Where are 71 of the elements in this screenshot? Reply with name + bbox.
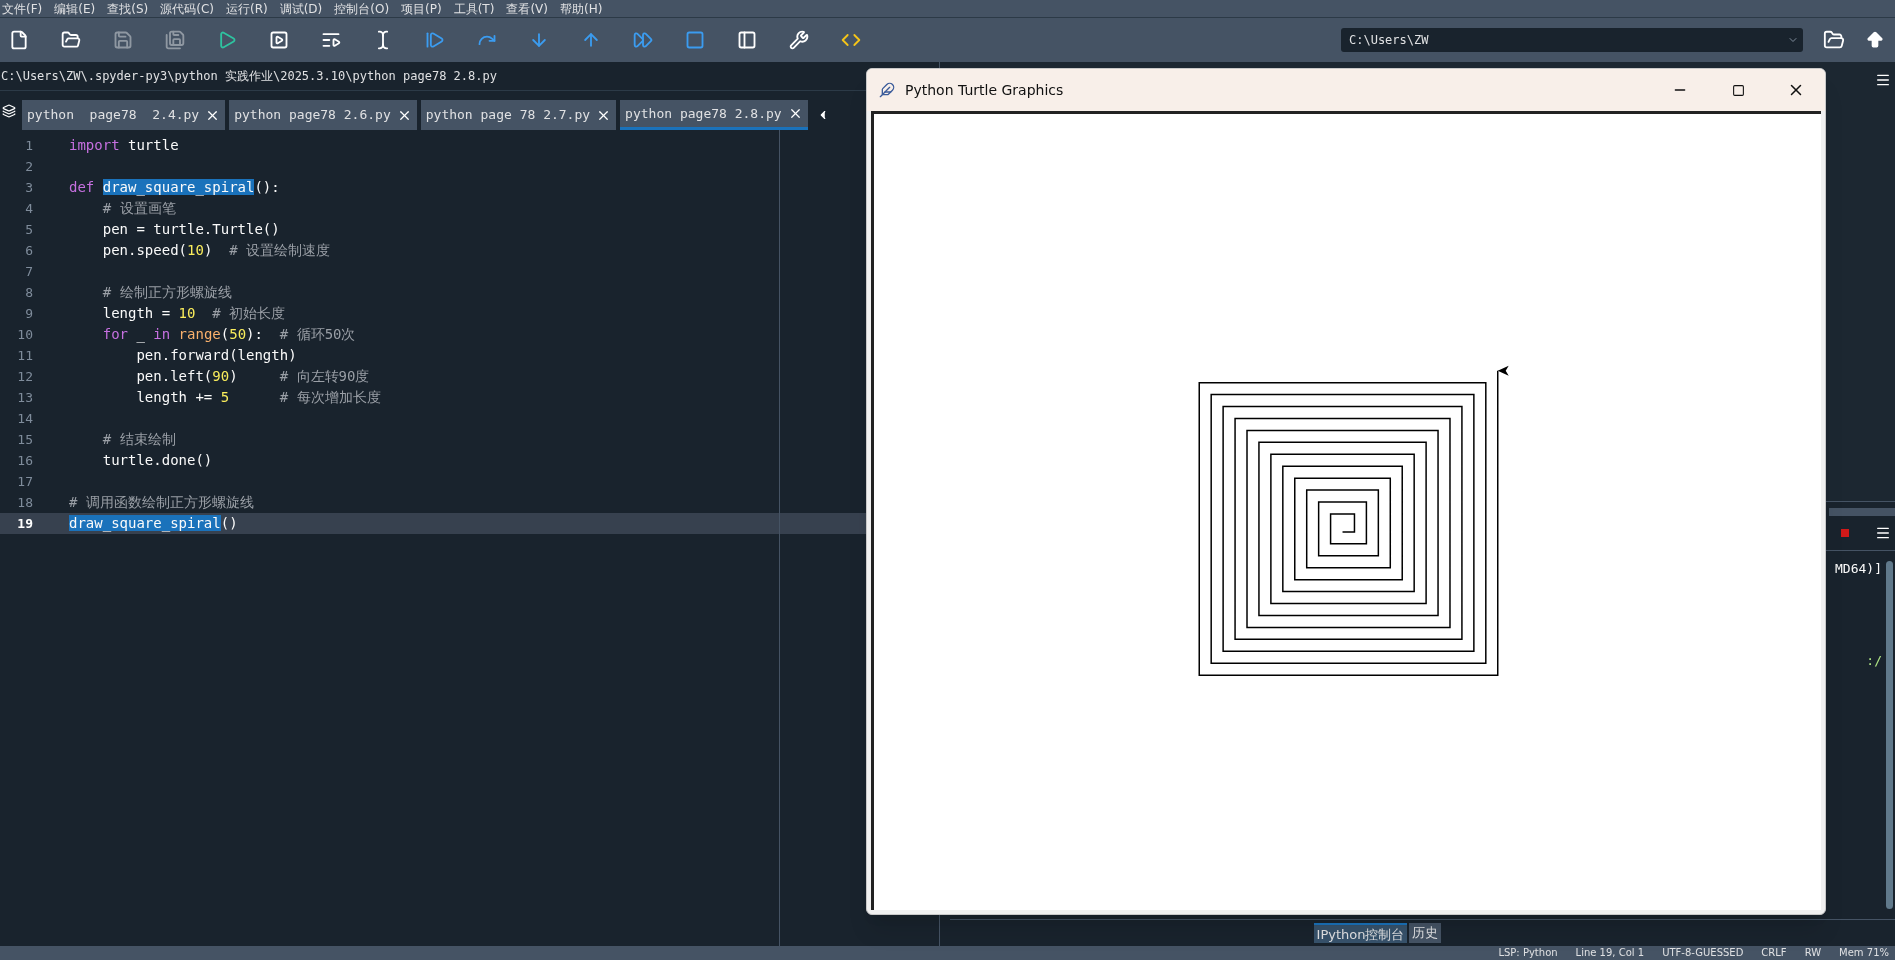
line-number: 17 (16, 472, 33, 491)
status-item: RW (1804, 947, 1822, 959)
tabs-browser-icon[interactable] (2, 104, 16, 118)
line-number: 13 (16, 388, 33, 407)
editor-tab[interactable]: python page78 2.4.py (22, 100, 226, 130)
up-arrow-icon[interactable] (1865, 30, 1885, 50)
console-text: MD64)] (1835, 560, 1882, 578)
line-number: 16 (16, 451, 33, 470)
menu-item[interactable]: 运行(R) (225, 1, 268, 16)
menu-item[interactable]: 工具(T) (453, 1, 495, 16)
editor-tab[interactable]: python page 78 2.7.py (420, 100, 617, 130)
status-item: Line 19, Col 1 (1575, 947, 1645, 959)
line-number: 19 (16, 514, 33, 533)
line-number: 10 (16, 325, 33, 344)
line-number: 1 (24, 136, 33, 155)
menu-item[interactable]: 编辑(E) (54, 1, 96, 16)
menu-item[interactable]: 查找(S) (107, 1, 149, 16)
menu-item[interactable]: 帮助(H) (559, 1, 603, 16)
status-item: Mem 71% (1839, 947, 1889, 959)
status-item: UTF-8-GUESSED (1662, 947, 1744, 959)
code-line: # 设置画笔 (101, 199, 176, 218)
turtle-cursor-icon (1497, 365, 1509, 376)
code-line: import turtle (69, 136, 179, 155)
code-line: # 结束绘制 (101, 430, 176, 449)
status-item: CRLF (1761, 947, 1787, 959)
line-number: 5 (24, 220, 33, 239)
code-line: length += 5 # 每次增加长度 (135, 388, 381, 407)
menu-item[interactable]: 项目(P) (401, 1, 442, 16)
folder-icon[interactable] (1823, 29, 1845, 51)
line-number: 4 (24, 199, 33, 218)
line-number: 9 (24, 304, 33, 323)
line-number: 18 (16, 493, 33, 512)
line-number: 6 (24, 241, 33, 260)
working-directory-field[interactable]: C:\Users\ZW (1341, 28, 1803, 52)
code-line: length = 10 # 初始长度 (101, 304, 286, 323)
line-number: 8 (24, 283, 33, 302)
window-title: Python Turtle Graphics (905, 80, 1064, 100)
line-number: 7 (24, 262, 33, 281)
status-item: LSP: Python (1498, 947, 1558, 959)
editor-tab[interactable]: python page78 2.8.py (620, 100, 808, 130)
line-number: 2 (24, 157, 33, 176)
menu-item[interactable]: 查看(V) (506, 1, 548, 16)
code-line: pen.speed(10) # 设置绘制速度 (101, 241, 331, 260)
console-tab[interactable]: IPython控制台 (1313, 923, 1408, 943)
line-number: 15 (16, 430, 33, 449)
console-text: :/ (1866, 651, 1882, 670)
editor-tab[interactable]: python page78 2.6.py (229, 100, 417, 130)
feather-icon (879, 82, 895, 98)
menu-item[interactable]: 控制台(O) (334, 1, 390, 16)
menu-item[interactable]: 调试(D) (279, 1, 323, 16)
menu-icon[interactable] (1875, 72, 1891, 88)
file-path: C:\Users\ZW\.spyder-py3\python 实践作业\2025.3.10\python page78 2.8.py (0, 68, 497, 85)
line-number: 11 (16, 346, 33, 365)
menu-item[interactable]: 文件(F) (2, 1, 43, 16)
code-line: pen.forward(length) (135, 346, 297, 365)
code-line: pen.left(90) # 向左转90度 (135, 367, 370, 386)
line-number: 14 (16, 409, 33, 428)
code-line: # 绘制正方形螺旋线 (101, 283, 232, 302)
maximize-icon[interactable] (1731, 83, 1745, 97)
menu-icon[interactable] (1875, 525, 1891, 541)
code-line: for _ in range(50): # 循环50次 (101, 325, 356, 345)
code-line: def draw_square_spiral(): (69, 178, 280, 198)
scrollbar[interactable] (1886, 561, 1893, 909)
menu-item[interactable]: 源代码(C) (160, 1, 214, 16)
line-number: 3 (24, 178, 33, 197)
code-line: turtle.done() (101, 451, 213, 470)
line-number: 12 (16, 367, 33, 386)
console-tab[interactable]: 历史 (1409, 923, 1442, 943)
code-line: # 调用函数绘制正方形螺旋线 (69, 493, 254, 512)
code-line: pen = turtle.Turtle() (101, 220, 280, 239)
code-line: draw_square_spiral() (69, 514, 238, 534)
